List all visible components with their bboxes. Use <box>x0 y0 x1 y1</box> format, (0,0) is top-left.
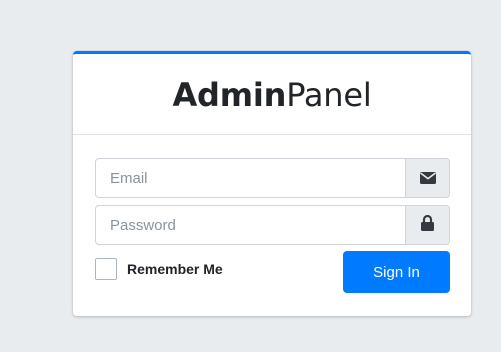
email-input[interactable] <box>96 159 405 197</box>
logo-light-text: Panel <box>286 76 372 114</box>
password-input[interactable] <box>96 206 405 244</box>
envelope-icon <box>419 169 436 188</box>
login-card: AdminPanel Email Remember Me Sign In <box>73 51 471 316</box>
sign-in-button[interactable]: Sign In <box>343 251 450 293</box>
logo-bold-text: Admin <box>172 76 287 114</box>
remember-me-checkbox[interactable] <box>95 258 117 280</box>
password-addon <box>405 206 449 244</box>
lock-icon <box>421 214 434 235</box>
email-addon <box>405 159 449 197</box>
remember-me: Remember Me <box>95 258 223 280</box>
app-logo[interactable]: AdminPanel <box>172 76 371 114</box>
email-input-group <box>95 158 450 198</box>
password-input-group <box>95 205 450 245</box>
remember-me-label[interactable]: Remember Me <box>127 261 223 277</box>
card-header: AdminPanel <box>73 54 471 135</box>
